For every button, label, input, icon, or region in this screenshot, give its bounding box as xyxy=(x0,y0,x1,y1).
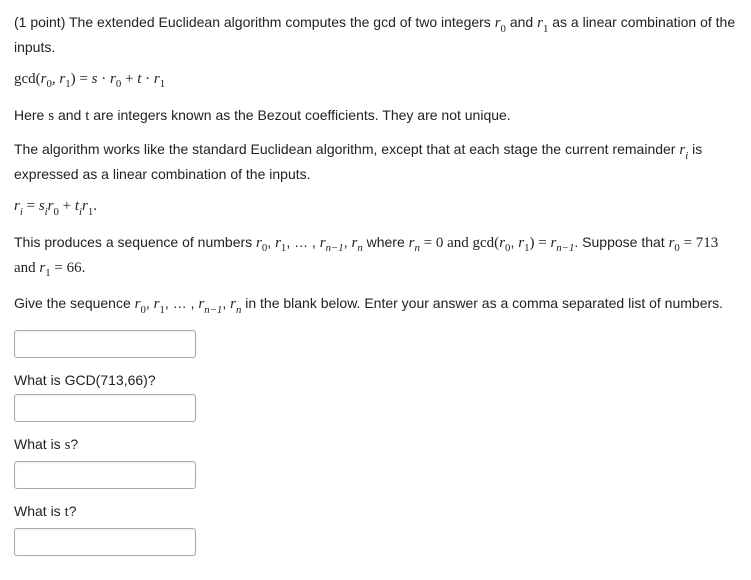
t-label: What is t? xyxy=(14,501,737,524)
algorithm-paragraph: The algorithm works like the standard Eu… xyxy=(14,139,737,184)
here-paragraph: Here s and t are integers known as the B… xyxy=(14,105,737,128)
give-paragraph: Give the sequence r0, r1, … , rn−1, rn i… xyxy=(14,293,737,318)
sequence-paragraph: This produces a sequence of numbers r0, … xyxy=(14,232,737,281)
s-label: What is s? xyxy=(14,434,737,457)
intro-paragraph: (1 point) The extended Euclidean algorit… xyxy=(14,12,737,57)
sequence-input[interactable] xyxy=(14,330,196,358)
r1-symbol: r1 xyxy=(537,15,548,31)
s-input[interactable] xyxy=(14,461,196,489)
t-input[interactable] xyxy=(14,528,196,556)
intro-text-1: The extended Euclidean algorithm compute… xyxy=(65,14,494,30)
r0-symbol: r0 xyxy=(495,15,506,31)
points-label: (1 point) xyxy=(14,14,65,30)
ri-symbol: ri xyxy=(679,142,688,158)
equation-gcd: gcd(r0, r1) = s · r0 + t · r1 xyxy=(14,69,737,93)
gcd-label: What is GCD(713,66)? xyxy=(14,370,737,390)
gcd-input[interactable] xyxy=(14,394,196,422)
equation-ri: ri = sir0 + tir1. xyxy=(14,196,737,220)
intro-text-2: and xyxy=(506,14,537,30)
